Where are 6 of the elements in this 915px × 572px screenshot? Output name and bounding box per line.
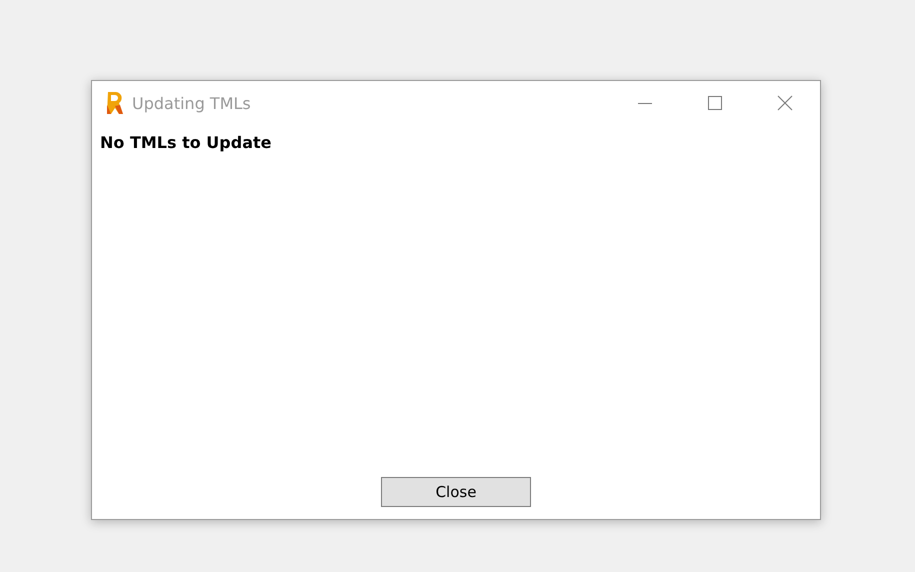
close-icon[interactable] (777, 95, 793, 111)
close-dialog-button[interactable]: Close (381, 477, 531, 507)
app-logo-icon (106, 91, 124, 115)
maximize-icon[interactable] (707, 95, 723, 111)
status-message: No TMLs to Update (100, 133, 272, 152)
window-title: Updating TMLs (132, 94, 252, 112)
